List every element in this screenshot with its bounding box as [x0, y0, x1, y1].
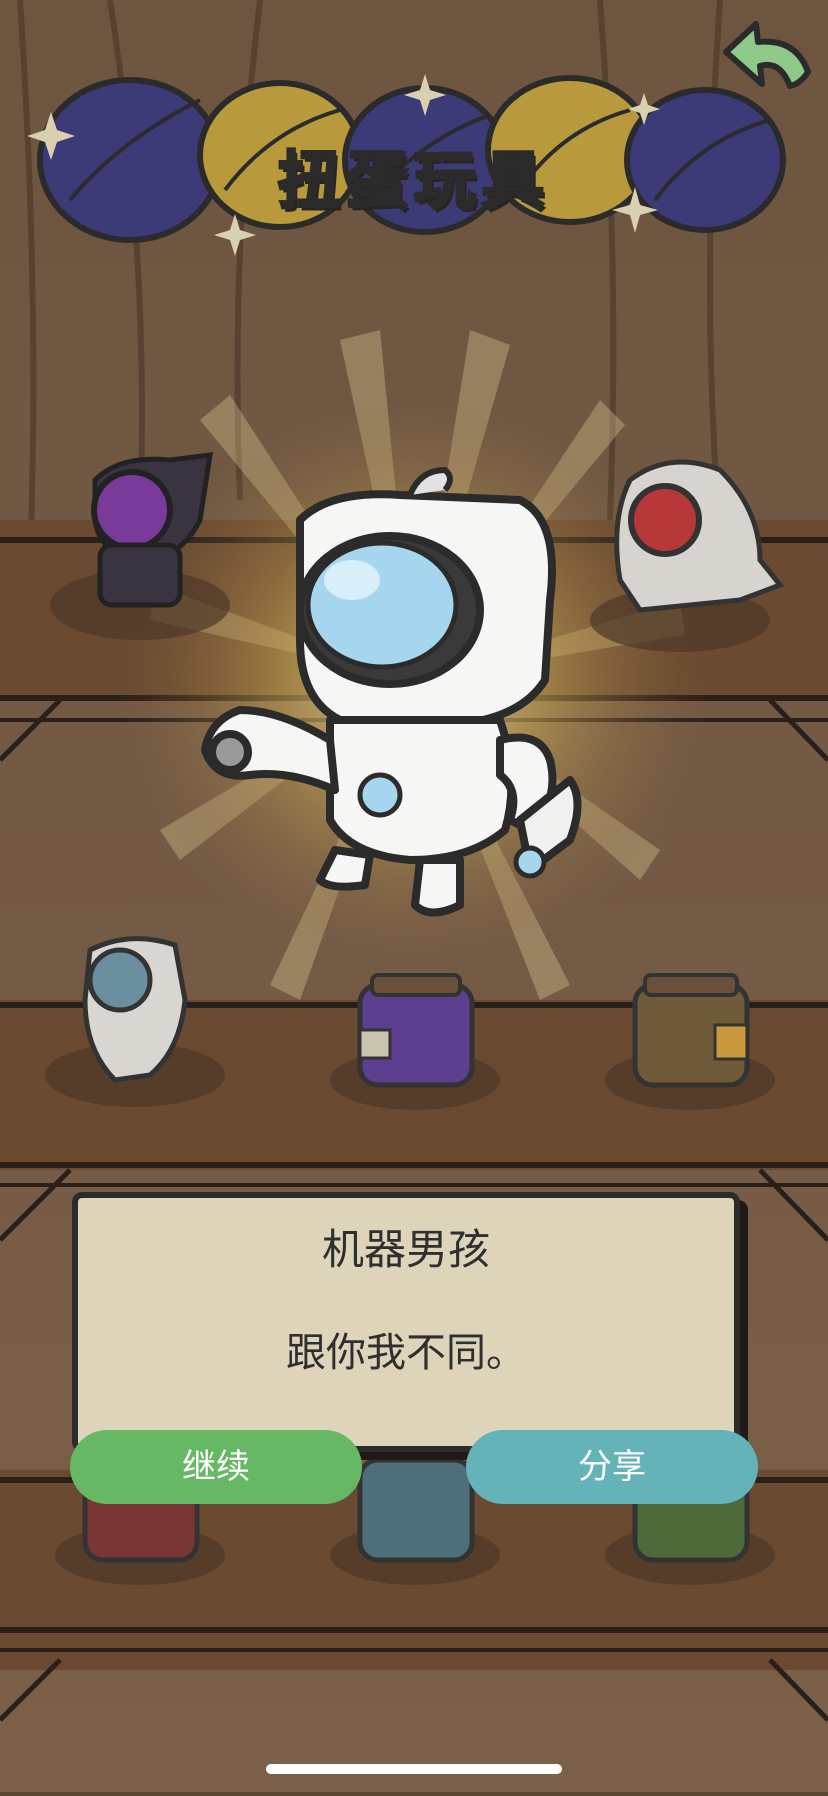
- item-description: 跟你我不同。: [286, 1330, 526, 1376]
- item-name: 机器男孩: [321, 1225, 490, 1274]
- back-button[interactable]: [708, 12, 818, 98]
- share-button[interactable]: 分享: [466, 1430, 758, 1504]
- home-indicator[interactable]: [266, 1764, 562, 1774]
- game-scene: [0, 0, 828, 1792]
- item-dialog: 机器男孩 跟你我不同。: [72, 1192, 740, 1452]
- back-arrow-icon: [723, 21, 811, 89]
- continue-button[interactable]: 继续: [70, 1430, 362, 1504]
- background-art: [0, 0, 828, 1792]
- page-title: 扭蛋玩具: [276, 143, 550, 219]
